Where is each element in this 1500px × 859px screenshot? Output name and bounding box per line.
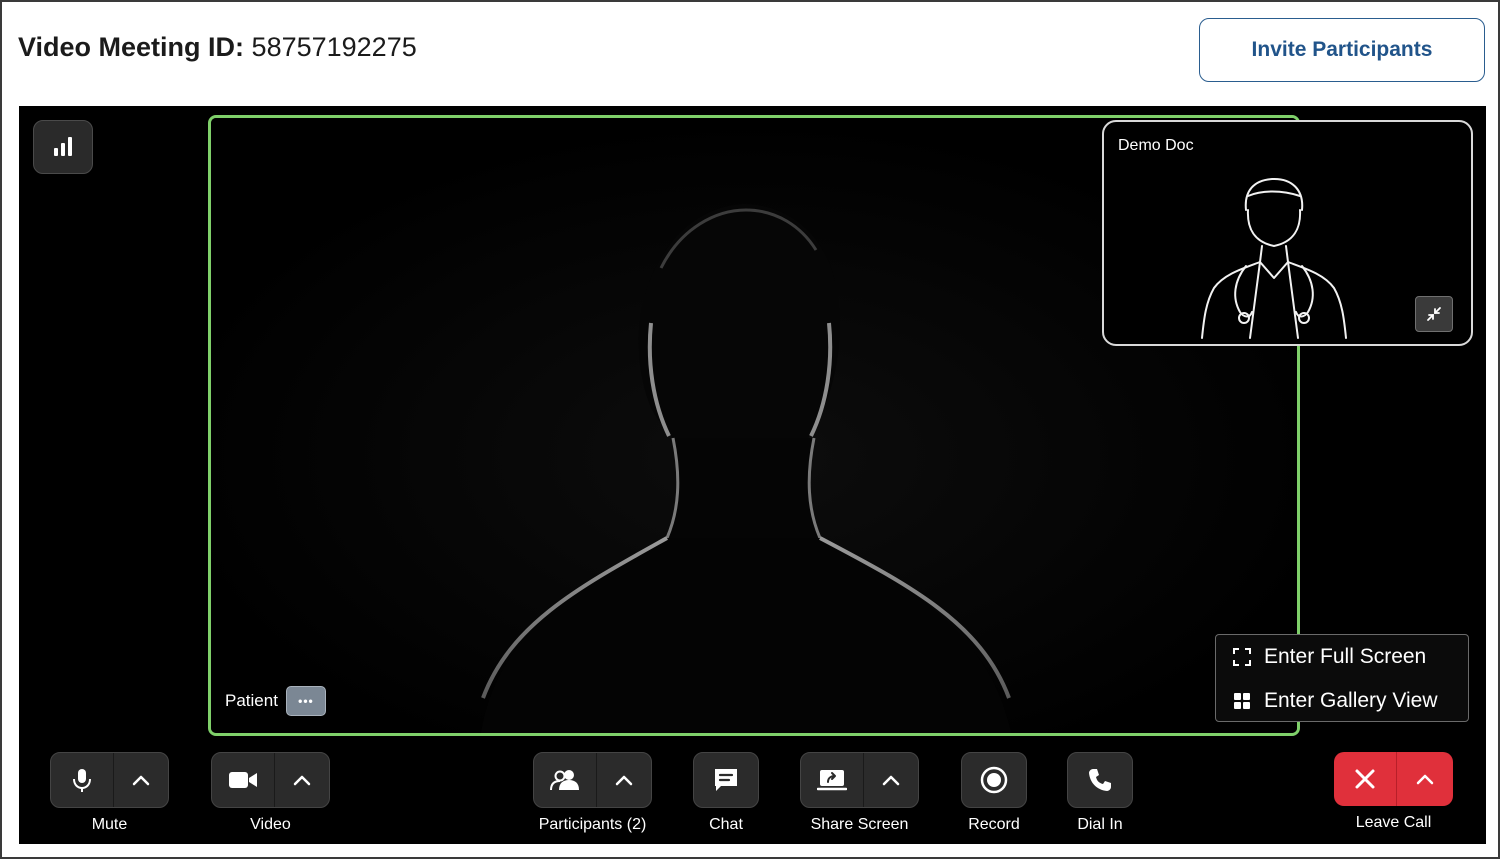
chevron-up-icon	[882, 775, 900, 786]
chevron-up-icon	[615, 775, 633, 786]
pip-participant-name: Demo Doc	[1118, 137, 1194, 154]
video-camera-icon	[229, 772, 257, 788]
invite-participants-button[interactable]: Invite Participants	[1199, 18, 1485, 82]
record-label: Record	[968, 816, 1020, 833]
share-screen-control: Share Screen	[800, 752, 919, 834]
share-screen-icon	[817, 770, 847, 791]
chat-bubble-icon	[715, 769, 737, 791]
chat-button[interactable]	[693, 752, 759, 808]
full-screen-icon	[1233, 648, 1251, 666]
gallery-view-label: Enter Gallery View	[1264, 689, 1438, 712]
chevron-up-icon	[293, 775, 311, 786]
self-view-tile[interactable]: Demo Doc	[1102, 120, 1473, 346]
leave-call-options-button[interactable]	[1396, 752, 1453, 806]
chevron-up-icon	[1416, 774, 1434, 785]
leave-call-button[interactable]	[1334, 752, 1396, 806]
gallery-grid-icon	[1234, 693, 1250, 709]
participants-options-button[interactable]	[596, 753, 651, 807]
video-button[interactable]	[212, 753, 274, 807]
video-stage: Patient ••• Demo Doc Enter Full Screen E…	[19, 106, 1486, 844]
patient-name: Patient	[225, 691, 278, 710]
enter-full-screen-item[interactable]: Enter Full Screen	[1232, 645, 1426, 669]
doctor-avatar-image	[1201, 177, 1347, 339]
mute-button[interactable]	[51, 753, 113, 807]
record-button[interactable]	[961, 752, 1027, 808]
chevron-up-icon	[132, 775, 150, 786]
mute-options-button[interactable]	[113, 753, 168, 807]
connection-stats-button[interactable]	[33, 120, 93, 174]
participants-button-group	[533, 752, 652, 808]
microphone-icon	[73, 769, 91, 792]
dial-in-control: Dial In	[1067, 752, 1133, 834]
leave-call-control: Leave Call	[1334, 752, 1453, 832]
video-options-button[interactable]	[274, 753, 329, 807]
app-window: Video Meeting ID: 58757192275 Invite Par…	[0, 0, 1500, 859]
record-control: Record	[961, 752, 1027, 834]
leave-call-button-group	[1334, 752, 1453, 806]
share-screen-options-button[interactable]	[863, 753, 918, 807]
collapse-arrows-icon	[1427, 307, 1441, 321]
participants-button[interactable]	[534, 753, 596, 807]
share-screen-button-group	[800, 752, 919, 808]
chat-control: Chat	[693, 752, 759, 834]
more-options-button[interactable]: •••	[285, 686, 326, 716]
close-icon	[1355, 769, 1375, 789]
video-button-group	[211, 752, 330, 808]
participants-control: Participants (2)	[533, 752, 652, 834]
enter-gallery-view-item[interactable]: Enter Gallery View	[1232, 689, 1438, 713]
page-title: Video Meeting ID: 58757192275	[18, 32, 417, 63]
mute-button-group	[50, 752, 169, 808]
minimize-self-view-button[interactable]	[1415, 296, 1453, 332]
dial-in-label: Dial In	[1077, 816, 1123, 833]
meeting-id-value: 58757192275	[251, 32, 417, 62]
phone-icon	[1089, 769, 1111, 791]
leave-call-label: Leave Call	[1355, 814, 1432, 831]
chat-label: Chat	[709, 816, 743, 833]
video-control: Video	[211, 752, 330, 834]
video-label: Video	[250, 816, 291, 833]
record-icon	[980, 766, 1008, 794]
signal-bars-icon	[54, 137, 72, 156]
participants-icon	[550, 770, 579, 791]
mute-label: Mute	[91, 816, 128, 833]
meeting-id-label: Video Meeting ID:	[18, 32, 245, 62]
patient-name-label: Patient •••	[225, 686, 326, 716]
view-options-menu: Enter Full Screen Enter Gallery View	[1215, 634, 1469, 722]
participants-label: Participants (2)	[538, 816, 647, 833]
share-screen-button[interactable]	[801, 753, 863, 807]
full-screen-label: Enter Full Screen	[1264, 645, 1427, 668]
mute-control: Mute	[50, 752, 169, 834]
share-screen-label: Share Screen	[810, 816, 909, 833]
dial-in-button[interactable]	[1067, 752, 1133, 808]
